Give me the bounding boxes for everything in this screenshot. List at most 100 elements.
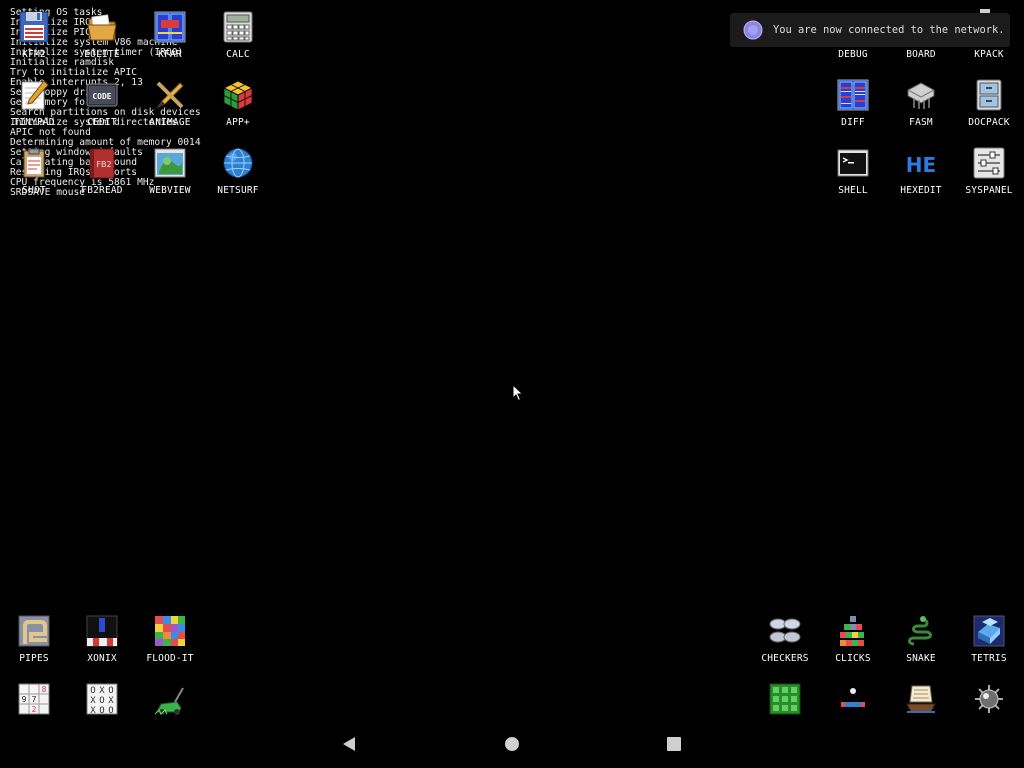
svg-text:HE: HE xyxy=(906,153,936,177)
app-label: CHECKERS xyxy=(761,653,809,664)
app-label: KPACK xyxy=(974,49,1004,60)
arkanoid-icon xyxy=(841,688,865,707)
app-label: NETSURF xyxy=(217,185,259,196)
svg-text:X: X xyxy=(108,696,114,706)
diff-icon xyxy=(837,79,869,111)
app-webview[interactable]: WEBVIEW xyxy=(136,146,204,208)
app-label: FASM xyxy=(909,117,933,128)
pipes-icon xyxy=(18,615,50,647)
app-docpack[interactable]: DOCPACK xyxy=(955,78,1023,140)
recents-icon[interactable] xyxy=(666,736,682,752)
snake-icon xyxy=(908,616,932,646)
app-label: DEBUG xyxy=(838,49,868,60)
app-kfm2[interactable]: KFM2 xyxy=(0,10,68,72)
hex-icon: HE xyxy=(906,153,936,177)
notepad-icon xyxy=(21,80,49,110)
svg-text:X: X xyxy=(90,706,96,716)
globe-icon xyxy=(223,148,253,178)
app-minesweeper[interactable] xyxy=(955,682,1023,744)
app-label: DOCPACK xyxy=(968,117,1010,128)
webview-icon xyxy=(154,148,186,178)
svg-text:9: 9 xyxy=(22,695,27,704)
svg-text:FB2: FB2 xyxy=(96,160,111,169)
app-tetris[interactable]: TETRIS xyxy=(955,614,1023,676)
mower-icon xyxy=(154,687,184,715)
calculator-icon xyxy=(223,11,253,43)
svg-text:CODE: CODE xyxy=(92,92,111,101)
checkers-icon xyxy=(769,618,801,643)
folder-icon xyxy=(87,14,117,41)
app-checkers[interactable]: CHECKERS xyxy=(751,614,819,676)
app-label: XONIX xyxy=(87,653,117,664)
app-label: PIPES xyxy=(19,653,49,664)
svg-text:O: O xyxy=(99,706,104,716)
app-xonix[interactable]: XONIX xyxy=(68,614,136,676)
app-sudoku[interactable]: 8 97 2 xyxy=(0,682,68,744)
app-snake[interactable]: SNAKE xyxy=(887,614,955,676)
app-tictactoe[interactable]: OXO XOX XOO xyxy=(68,682,136,744)
app-label: FB2READ xyxy=(81,185,123,196)
app-label: SYSPANEL xyxy=(965,185,1013,196)
app-lawnmower[interactable] xyxy=(136,682,204,744)
app-label: TINYPAD xyxy=(13,117,55,128)
app-eolite[interactable]: EOLITE xyxy=(68,10,136,72)
sudoku-icon: 8 97 2 xyxy=(18,683,50,715)
fasm-icon xyxy=(907,82,935,109)
app-fasm[interactable]: FASM xyxy=(887,78,955,140)
app-label: CEDIT xyxy=(87,117,117,128)
sliders-icon xyxy=(973,147,1005,179)
app-grid-game[interactable] xyxy=(751,682,819,744)
app-netsurf[interactable]: NETSURF xyxy=(204,146,272,208)
app-hexedit[interactable]: HE HEXEDIT xyxy=(887,146,955,208)
app-label: BOARD xyxy=(906,49,936,60)
app-arkanoid[interactable] xyxy=(819,682,887,744)
tetris-icon xyxy=(973,615,1005,647)
app-label: CALC xyxy=(226,49,250,60)
ship-icon xyxy=(906,685,936,713)
tictactoe-icon: OXO XOX XOO xyxy=(86,683,118,716)
app-shot[interactable]: SHOT xyxy=(0,146,68,208)
app-label: WEBVIEW xyxy=(149,185,191,196)
app-ship[interactable] xyxy=(887,682,955,744)
grid-game-icon xyxy=(769,683,801,715)
app-label: HEXEDIT xyxy=(900,185,942,196)
app-label: KFAR xyxy=(158,49,182,60)
clicks-icon xyxy=(840,616,864,646)
app-syspanel[interactable]: SYSPANEL xyxy=(955,146,1023,208)
app-flood-it[interactable]: FLOOD-IT xyxy=(136,614,204,676)
app-shell[interactable]: SHELL xyxy=(819,146,887,208)
app-label: SNAKE xyxy=(906,653,936,664)
app-diff[interactable]: DIFF xyxy=(819,78,887,140)
svg-text:O: O xyxy=(108,686,113,696)
back-icon[interactable] xyxy=(341,736,357,752)
app-cedit[interactable]: CODE CEDIT xyxy=(68,78,136,140)
home-icon[interactable] xyxy=(504,736,520,752)
svg-text:7: 7 xyxy=(32,695,37,704)
flood-icon xyxy=(155,616,185,646)
app-appplus[interactable]: APP+ xyxy=(204,78,272,140)
cube-icon xyxy=(223,80,253,111)
app-clicks[interactable]: CLICKS xyxy=(819,614,887,676)
svg-text:8: 8 xyxy=(42,685,47,694)
app-label: CLICKS xyxy=(835,653,871,664)
app-label: DIFF xyxy=(841,117,865,128)
app-tinypad[interactable]: TINYPAD xyxy=(0,78,68,140)
app-fb2read[interactable]: FB2 FB2READ xyxy=(68,146,136,208)
app-label: ANIMAGE xyxy=(149,117,191,128)
terminal-icon xyxy=(837,149,869,177)
cabinet-icon xyxy=(976,79,1002,111)
code-icon: CODE xyxy=(86,83,118,107)
svg-text:O: O xyxy=(108,706,113,716)
svg-text:O: O xyxy=(90,686,95,696)
app-calc[interactable]: CALC xyxy=(204,10,272,72)
app-label: APP+ xyxy=(226,117,250,128)
app-animage[interactable]: ANIMAGE xyxy=(136,78,204,140)
app-label: EOLITE xyxy=(84,49,120,60)
mouse-cursor-icon xyxy=(512,384,524,402)
app-label: SHELL xyxy=(838,185,868,196)
svg-text:X: X xyxy=(90,696,96,706)
app-pipes[interactable]: PIPES xyxy=(0,614,68,676)
toast-message: You are now connected to the network. xyxy=(773,24,1005,36)
app-kfar[interactable]: KFAR xyxy=(136,10,204,72)
network-toast: You are now connected to the network. xyxy=(730,13,1010,47)
